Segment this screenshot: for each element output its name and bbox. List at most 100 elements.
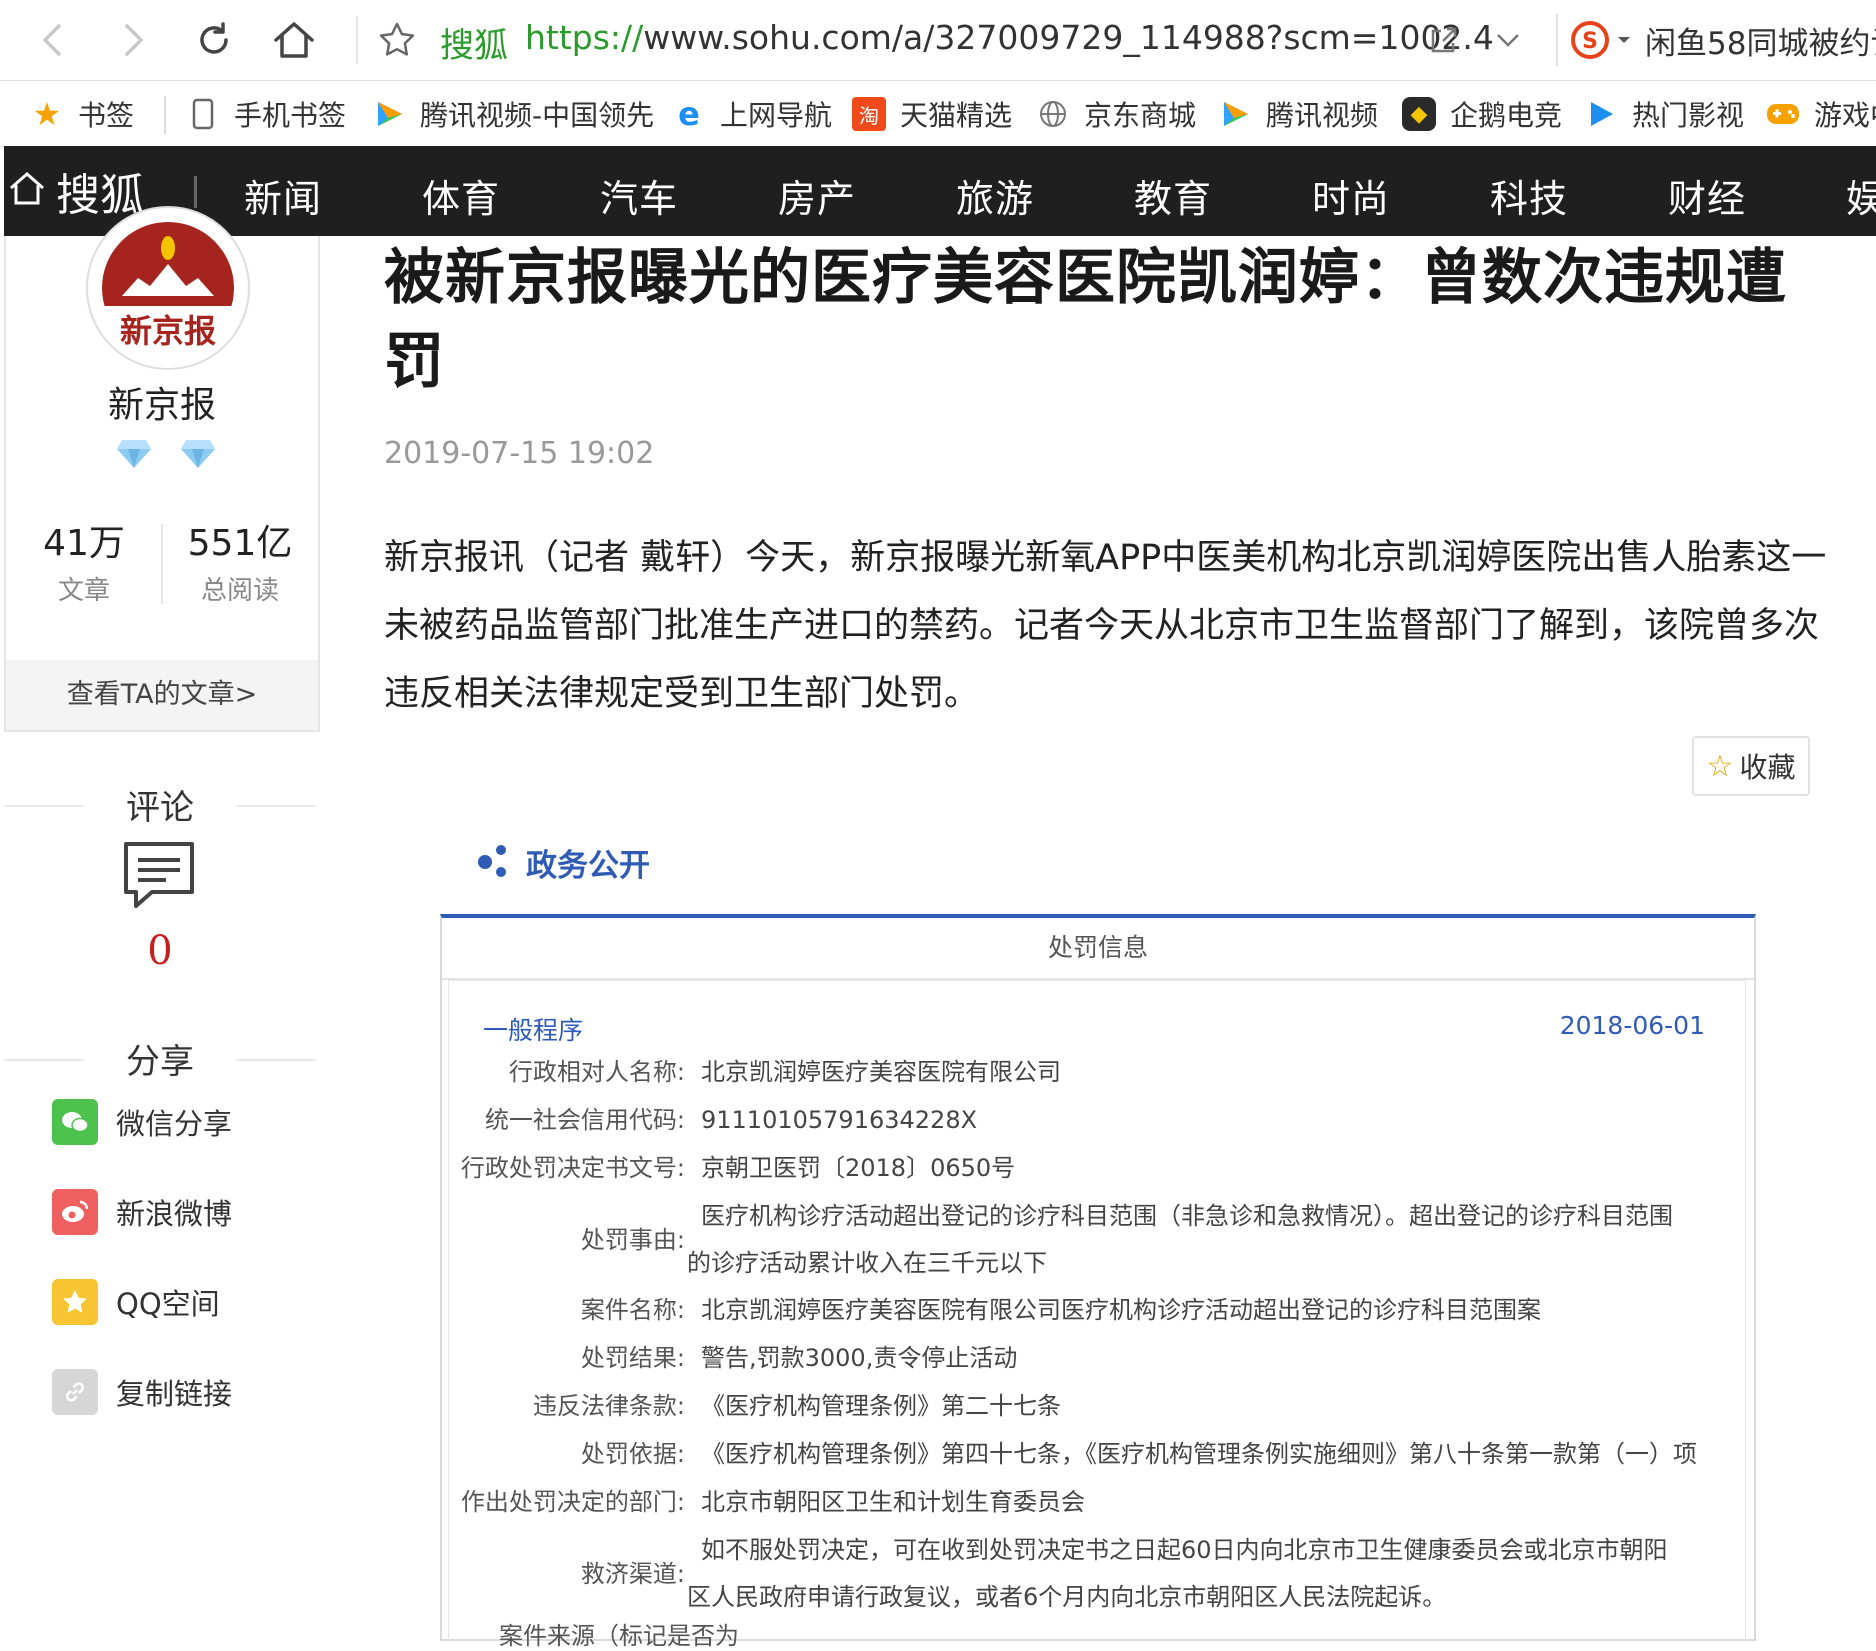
toolbar-separator (1556, 14, 1558, 66)
gov-disclosure-title: 政务公开 (526, 847, 650, 884)
bookmark-label: 热门影视 (1632, 99, 1745, 132)
url-dropdown-button[interactable] (1484, 14, 1532, 66)
play-icon (1584, 97, 1618, 131)
avatar[interactable]: 新京报 (86, 206, 250, 370)
record-key: 处罚结果: (580, 1344, 685, 1372)
stat-articles: 41万 文章 (6, 514, 162, 607)
author-badges (116, 436, 216, 470)
share-label: 复制链接 (116, 1377, 233, 1411)
copy-link-button[interactable]: 复制链接 (52, 1368, 232, 1416)
bookmark-label: 上网导航 (720, 99, 833, 132)
link-icon (52, 1369, 98, 1415)
url-scheme: https:// (525, 18, 644, 57)
bookmarks-bar: ★ 书签 手机书签 腾讯视频-中国领先 e 上网导航 淘 天猫精选 京东商城 腾… (0, 82, 1876, 147)
forward-button[interactable] (108, 14, 160, 66)
bookmark-item[interactable]: ◆ 企鹅电竞 (1402, 92, 1562, 136)
record-key: 处罚依据: (580, 1440, 685, 1468)
nav-item-education[interactable]: 教育 (1134, 168, 1212, 223)
nav-item-travel[interactable]: 旅游 (956, 168, 1034, 223)
bookmark-item[interactable]: 热门影视 (1584, 92, 1744, 136)
record-key: 行政处罚决定书文号: (460, 1154, 685, 1182)
nav-item-fashion[interactable]: 时尚 (1312, 168, 1390, 223)
browser-toolbar: 搜狐 https://www.sohu.com/a/327009729_1149… (0, 0, 1876, 81)
articles-count: 41万 (43, 523, 125, 564)
penguin-esports-icon: ◆ (1402, 97, 1436, 131)
home-button[interactable] (268, 14, 320, 66)
divider (4, 804, 84, 807)
share-heading: 分享 (4, 1034, 316, 1083)
nav-item-tech[interactable]: 科技 (1490, 168, 1568, 223)
nav-item-sports[interactable]: 体育 (422, 168, 500, 223)
dots-icon (478, 845, 506, 877)
record-key: 统一社会信用代码: (484, 1106, 685, 1134)
comment-heading-label: 评论 (126, 788, 194, 828)
bookmark-separator (164, 96, 166, 134)
record-value: 《医疗机构管理条例》第二十七条 (701, 1392, 1061, 1420)
logo-text: 搜狐 (56, 170, 144, 221)
reload-button[interactable] (188, 14, 240, 66)
share-qzone-button[interactable]: QQ空间 (52, 1278, 220, 1326)
bookmark-item[interactable]: 游戏中 (1766, 92, 1876, 136)
procedure-type: 一般程序 (483, 1016, 584, 1045)
author-stats: 41万 文章 551亿 总阅读 (6, 514, 318, 614)
panel-title: 处罚信息 (442, 918, 1754, 980)
bookmark-item[interactable]: ★ 书签 (30, 92, 134, 136)
chevron-down-icon (1497, 34, 1519, 47)
record-key: 案件来源（标记是否为 (499, 1622, 739, 1650)
ie-icon: e (678, 95, 700, 133)
bookmark-label: 书签 (78, 99, 135, 132)
url-field[interactable]: https://www.sohu.com/a/327009729_114988?… (525, 18, 1494, 57)
publish-date: 2019-07-15 19:02 (384, 436, 655, 471)
stat-reads: 551亿 总阅读 (162, 514, 318, 607)
record-key: 违反法律条款: (532, 1392, 685, 1420)
bookmark-label: 京东商城 (1084, 99, 1197, 132)
nav-item-finance[interactable]: 财经 (1668, 168, 1746, 223)
record-key: 作出处罚决定的部门: (460, 1488, 685, 1516)
share-weibo-button[interactable]: 新浪微博 (52, 1188, 232, 1236)
bookmark-item[interactable]: 京东商城 (1036, 92, 1196, 136)
nav-item-news[interactable]: 新闻 (244, 168, 322, 223)
sogou-logo-icon: S (1571, 21, 1609, 59)
comment-count[interactable]: 0 (4, 928, 316, 974)
penalty-info-panel: 处罚信息 一般程序 2018-06-01 行政相对人名称: 北京凯润婷医疗美容医… (440, 914, 1756, 1650)
back-button[interactable] (26, 14, 78, 66)
bookmark-item[interactable]: 腾讯视频-中国领先 (372, 92, 654, 136)
nav-item-auto[interactable]: 汽车 (600, 168, 678, 223)
bookmark-item[interactable]: 淘 天猫精选 (852, 92, 1012, 136)
mobile-icon (186, 97, 220, 131)
home-icon (8, 166, 46, 217)
share-icon (1431, 27, 1457, 53)
bookmark-star-button[interactable] (372, 14, 422, 66)
nav-item-entertainment[interactable]: 娱 (1846, 168, 1876, 223)
wechat-icon (52, 1099, 98, 1145)
bookmark-label: 手机书签 (234, 99, 347, 132)
penalty-date: 2018-06-01 (1559, 1011, 1705, 1040)
bookmark-item[interactable]: 手机书签 (186, 92, 346, 136)
comment-icon[interactable] (122, 840, 196, 912)
share-page-button[interactable] (1418, 14, 1470, 66)
record-value: 京朝卫医罚〔2018〕0650号 (701, 1154, 1016, 1182)
bookmark-label: 腾讯视频-中国领先 (420, 99, 655, 132)
bookmark-item[interactable]: e 上网导航 (672, 92, 832, 136)
author-card: 新京报 新京报 41万 文章 551亿 总阅读 查看TA的文章> (4, 206, 320, 732)
author-name[interactable]: 新京报 (6, 376, 318, 428)
diamond-badge-icon (117, 440, 151, 468)
record-value: 《医疗机构管理条例》第四十七条，《医疗机构管理条例实施细则》第八十条第一款第（一… (701, 1440, 1697, 1468)
search-engine-selector[interactable]: S (1570, 16, 1640, 64)
url-path: www.sohu.com/a/327009729_114988?scm=1002… (643, 18, 1494, 57)
record-key: 处罚事由: (580, 1226, 685, 1254)
nav-item-realestate[interactable]: 房产 (778, 168, 856, 223)
xinjingbao-logo: 新京报 (102, 222, 234, 368)
divider (236, 1058, 316, 1061)
view-articles-link[interactable]: 查看TA的文章> (6, 660, 318, 730)
nav-separator (194, 176, 197, 208)
site-nav-bar: 搜狐 新闻 体育 汽车 房产 旅游 教育 时尚 科技 财经 娱 (4, 146, 1876, 236)
favorite-button[interactable]: ☆ 收藏 (1692, 736, 1810, 796)
bookmark-item[interactable]: 腾讯视频 (1218, 92, 1378, 136)
tencent-video-icon (1218, 97, 1252, 131)
bookmark-label: 腾讯视频 (1266, 99, 1379, 132)
tmall-icon: 淘 (852, 97, 886, 131)
share-wechat-button[interactable]: 微信分享 (52, 1098, 232, 1146)
penalty-record: 一般程序 2018-06-01 行政相对人名称: 北京凯润婷医疗美容医院有限公司… (448, 980, 1746, 1650)
search-suggestion[interactable]: 闲鱼58同城被约谈 (1645, 18, 1876, 63)
